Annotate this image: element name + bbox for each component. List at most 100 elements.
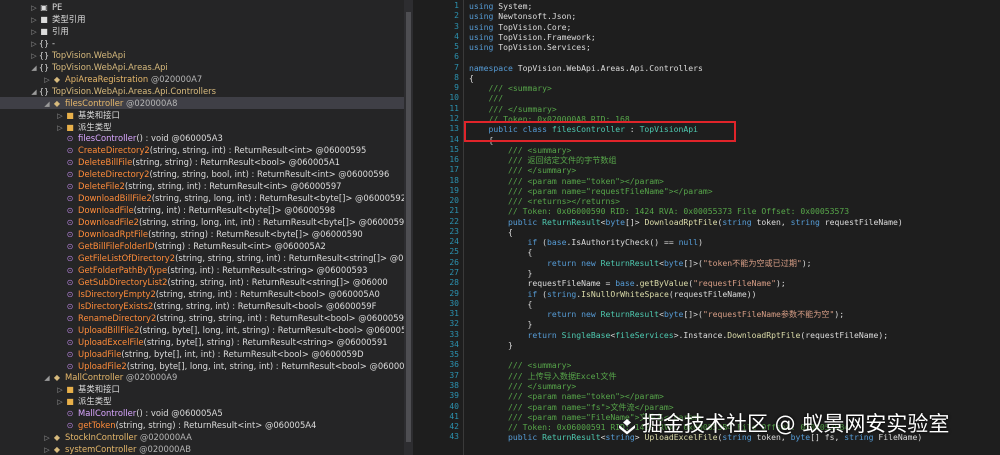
tree-item[interactable]: ⊙ MallController() : void @060005A5 xyxy=(0,407,404,419)
code-line[interactable]: return SingleBase<fileServices>.Instance… xyxy=(469,330,888,340)
tree-item[interactable]: ⊙ DownloadRptFile(string, string) : Retur… xyxy=(0,228,404,240)
code-line[interactable]: { xyxy=(469,247,532,257)
code-line[interactable]: { xyxy=(469,73,474,83)
tree-item[interactable]: ▷ ■ 类型引用 xyxy=(0,13,404,25)
tree-item[interactable]: ⊙ GetFolderPathByType(string, int) : Retu… xyxy=(0,264,404,276)
tree-item[interactable]: ▷{} - xyxy=(0,37,404,49)
code-line[interactable]: /// <param name="token"></param> xyxy=(469,391,664,401)
tree-item[interactable]: ◢{} TopVision.WebApi.Areas.Api.Controller… xyxy=(0,85,404,97)
code-line[interactable]: using TopVision.Core; xyxy=(469,22,571,32)
tree-item[interactable]: ⊙ DeleteFile2(string, string, int) : Retu… xyxy=(0,180,404,192)
code-editor[interactable]: 1 using System; 2 using Newtonsoft.Json; 3 us… xyxy=(414,0,1000,455)
code-line[interactable]: /// <summary> xyxy=(469,145,571,155)
code-token: using xyxy=(469,21,494,32)
code-token: []> xyxy=(624,216,645,227)
code-token: ); xyxy=(776,278,786,289)
code-line[interactable]: { xyxy=(469,227,513,237)
tree-item-label: TopVision.WebApi.Areas.Api.Controllers xyxy=(52,85,216,96)
code-line[interactable]: /// <param name="token"></param> xyxy=(469,176,664,186)
tree-item-label: () : void @060005A3 xyxy=(136,133,223,144)
tree-item[interactable]: ◢{} TopVision.WebApi.Areas.Api xyxy=(0,61,404,73)
tree-item[interactable]: ◢ ◆ MallController @020000A9 xyxy=(0,371,404,383)
tree-item[interactable]: ⊙ GetSubDirectoryList2(string, string, in… xyxy=(0,276,404,288)
tree-item[interactable]: ⊙ getToken(string, string) : ReturnResult… xyxy=(0,419,404,431)
tree-item-label: UploadFile2 xyxy=(78,360,127,371)
code-token: requestFileName) xyxy=(819,216,903,227)
code-line[interactable]: // Token: 0x06000590 RID: 1424 RVA: 0x00… xyxy=(469,206,849,216)
code-line[interactable]: return new ReturnResult<byte[]>("token不能… xyxy=(469,258,812,268)
tree-item[interactable]: ⊙ UploadFile2(string, byte[], long, int, … xyxy=(0,360,404,372)
tree-item[interactable]: ⊙ IsDirectoryExists2(string, string, int)… xyxy=(0,300,404,312)
code-line[interactable]: /// <returns></returns> xyxy=(469,196,620,206)
code-line[interactable]: /// 返回结定文件的字节数组 xyxy=(469,155,617,165)
code-token: >.Instance. xyxy=(673,329,728,340)
tree-item[interactable]: ▷ ◆ ApiAreaRegistration @020000A7 xyxy=(0,73,404,85)
code-line[interactable]: namespace TopVision.WebApi.Areas.Api.Con… xyxy=(469,63,703,73)
tree-item[interactable]: ⊙ UploadBillFile2(string, byte[], long, i… xyxy=(0,324,404,336)
code-line[interactable]: public ReturnResult<byte[]> DownloadRptF… xyxy=(469,217,903,227)
tree-item-label: @020000A7 xyxy=(148,73,203,84)
tree-item[interactable]: ▷ ■ 引用 xyxy=(0,25,404,37)
tree-item-label: (string, byte[], long, int, string, int)… xyxy=(126,360,404,371)
code-line[interactable]: using TopVision.Framework; xyxy=(469,32,596,42)
code-line[interactable]: } xyxy=(469,340,513,350)
code-line[interactable]: /// </summary> xyxy=(469,165,576,175)
tree-scrollbar-thumb[interactable] xyxy=(406,12,411,442)
code-line[interactable]: using System; xyxy=(469,1,532,11)
tree-item[interactable]: ⊙ IsDirectoryEmpty2(string, string, int) … xyxy=(0,288,404,300)
tree-expand-arrow-icon[interactable]: ▷ xyxy=(43,444,51,455)
code-line[interactable]: /// 上传导入数据Excel文件 xyxy=(469,371,617,381)
tree-item-label: GetFileListOfDirectory2 xyxy=(78,252,176,263)
code-line[interactable]: /// </summary> xyxy=(469,381,576,391)
tree-item[interactable]: ⊙ RenameDirectory2(string, string, string… xyxy=(0,312,404,324)
code-line[interactable]: /// <summary> xyxy=(469,83,551,93)
code-line[interactable]: if (string.IsNullOrWhiteSpace(requestFil… xyxy=(469,289,756,299)
code-line[interactable]: } xyxy=(469,319,532,329)
tree-item[interactable]: ⊙ UploadFile(string, byte[], int, int) : … xyxy=(0,348,404,360)
code-line[interactable]: requestFileName = base.getByValue("reque… xyxy=(469,278,786,289)
code-token: []>( xyxy=(683,309,703,320)
code-line[interactable]: return new ReturnResult<byte[]>("request… xyxy=(469,309,844,319)
code-token: string xyxy=(790,216,820,227)
tree-item[interactable]: ⊙ UploadExcelFile(string, byte[], string)… xyxy=(0,336,404,348)
tree-item-label: (string, string, string, int) : ReturnRe… xyxy=(156,312,404,323)
tree-item[interactable]: ▷ ◆ StockInController @020000AA xyxy=(0,431,404,443)
tree-item[interactable]: ⊙ DownloadFile(string, int) : ReturnResul… xyxy=(0,204,404,216)
code-line[interactable]: /// <param name="requestFileName"></para… xyxy=(469,186,713,196)
tree-item[interactable]: ⊙ DownloadBillFile2(string, string, long,… xyxy=(0,192,404,204)
tree-item[interactable]: ▷ ■ 派生类型 xyxy=(0,395,404,407)
code-line[interactable]: { xyxy=(469,299,532,309)
code-line[interactable]: } xyxy=(469,268,532,278)
tree-item[interactable]: ⊙ GetBillFileFolderID(string) : ReturnRes… xyxy=(0,240,404,252)
code-line[interactable]: /// </summary> xyxy=(469,104,556,114)
code-token: DownloadRptFile xyxy=(727,329,801,340)
code-line[interactable]: using Newtonsoft.Json; xyxy=(469,11,576,21)
tree-item[interactable]: ⊙ DeleteDirectory2(string, string, bool, … xyxy=(0,168,404,180)
tree-item[interactable]: ◢ ◆ filesController @020000A8 xyxy=(0,96,404,109)
tree-item-label: TopVision.WebApi xyxy=(52,49,126,60)
line-number: 39 xyxy=(449,391,459,401)
tree-item[interactable]: ⊙ filesController() : void @060005A3 xyxy=(0,132,404,144)
code-line[interactable]: if (base.IsAuthorityCheck() == null) xyxy=(469,237,702,247)
tree-item[interactable]: ⊙ CreateDirectory2(string, string, int) :… xyxy=(0,144,404,156)
line-number: 24 xyxy=(449,237,459,247)
tree-item[interactable]: ▷ ▣ PE xyxy=(0,1,404,13)
tree-scrollbar[interactable] xyxy=(404,0,413,455)
tree-item[interactable]: ⊙ DeleteBillFile(string, string) : Return… xyxy=(0,156,404,168)
tree-item[interactable]: ▷{} TopVision.WebApi xyxy=(0,49,404,61)
code-token: SingleBase xyxy=(561,329,611,340)
line-number: 2 xyxy=(454,11,459,21)
code-line[interactable]: /// xyxy=(469,93,503,103)
tree-item[interactable]: ⊙ GetFileListOfDirectory2(string, string,… xyxy=(0,252,404,264)
tree-item-label: (string, string) : ReturnResult<byte[]> … xyxy=(148,229,363,240)
tree-item[interactable]: ▷ ◆ systemController @020000AB xyxy=(0,443,404,455)
tree-item-label: TopVision.WebApi.Areas.Api xyxy=(52,61,168,72)
tree-item[interactable]: ⊙ DownloadFile2(string, string, long, int… xyxy=(0,216,404,228)
tree-item[interactable]: ▷ ■ 基类和接口 xyxy=(0,109,404,121)
code-line[interactable]: using TopVision.Services; xyxy=(469,42,591,52)
tree-item[interactable]: ▷ ■ 派生类型 xyxy=(0,121,404,133)
code-token: /// <summary> xyxy=(469,144,572,155)
code-token: using xyxy=(469,11,494,22)
code-line[interactable]: /// <summary> xyxy=(469,360,571,370)
tree-item[interactable]: ▷ ■ 基类和接口 xyxy=(0,383,404,395)
